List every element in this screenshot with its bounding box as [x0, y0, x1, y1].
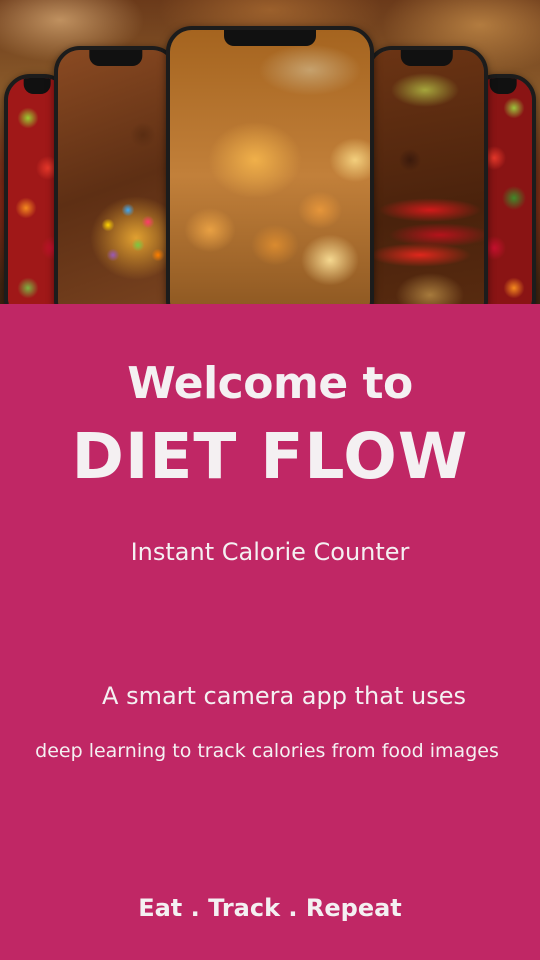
- phone-notch: [400, 50, 454, 66]
- phone-mockup-spices: [366, 46, 488, 304]
- breads-image: [170, 30, 370, 304]
- spices-image: [370, 50, 484, 304]
- hero-banner: [0, 0, 540, 304]
- phone-notch: [224, 30, 316, 46]
- phone-mockup-breads: [166, 26, 374, 304]
- phone-notch: [89, 50, 143, 66]
- description-line-1: A smart camera app that uses: [102, 682, 466, 710]
- phone-notch: [23, 78, 51, 94]
- welcome-heading: Welcome to: [127, 358, 413, 409]
- candies-image: [58, 50, 174, 304]
- tagline: Eat . Track . Repeat: [138, 894, 402, 922]
- description-line-2: deep learning to track calories from foo…: [35, 740, 499, 762]
- app-subtitle: Instant Calorie Counter: [130, 538, 410, 566]
- app-name-title: DIET FLOW: [71, 420, 469, 493]
- welcome-panel: Welcome to DIET FLOW Instant Calorie Cou…: [0, 304, 540, 960]
- phone-mockup-candies: [54, 46, 178, 304]
- phone-notch: [489, 78, 517, 94]
